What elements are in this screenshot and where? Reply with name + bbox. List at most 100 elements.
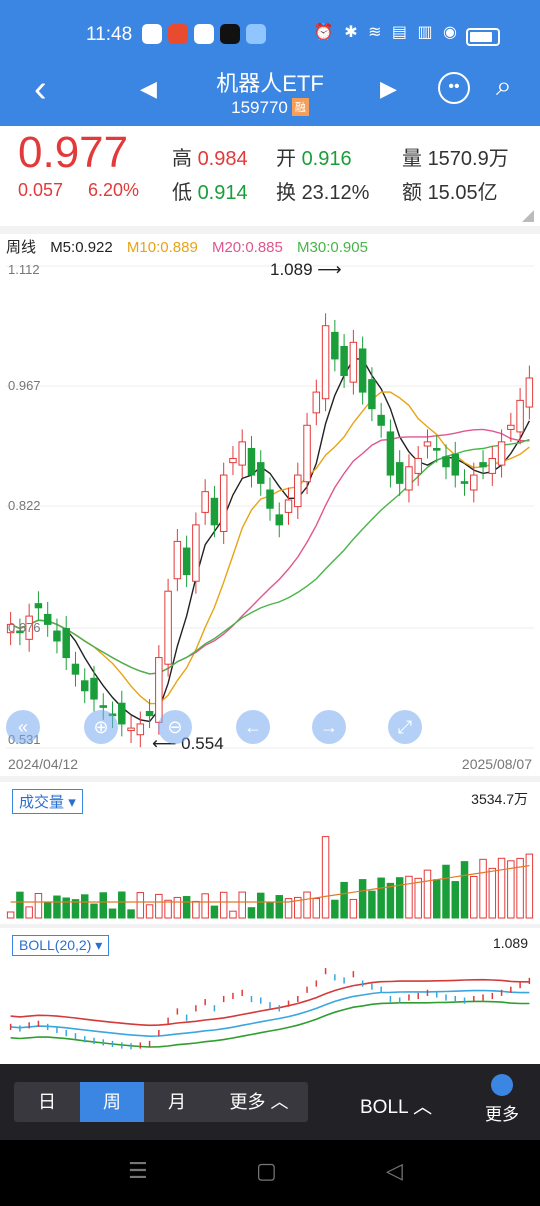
- volume-bar: [201, 893, 209, 919]
- divider: [0, 924, 540, 928]
- dropdown-icon: ▾: [95, 937, 103, 953]
- tab-week[interactable]: 周: [80, 1082, 144, 1122]
- candle: [525, 365, 534, 420]
- volume-bar: [182, 896, 191, 919]
- expand-corner-icon[interactable]: [522, 210, 534, 222]
- tab-day[interactable]: 日: [14, 1082, 80, 1122]
- turnover-label: 换: [276, 182, 296, 204]
- volume-bar: [164, 899, 172, 919]
- volume-bar: [479, 858, 487, 919]
- zoom-out-icon[interactable]: ⊖: [158, 710, 192, 744]
- candle: [247, 436, 256, 488]
- margin-badge: 融: [291, 98, 309, 116]
- low-label: 低: [172, 182, 192, 204]
- more-label: 更多: [485, 1105, 519, 1124]
- tab-month[interactable]: 月: [144, 1082, 210, 1122]
- candle: [256, 450, 265, 496]
- volume-bar: [219, 891, 228, 919]
- volume-bar: [266, 902, 274, 919]
- low-value: 0.914: [197, 182, 248, 204]
- volume-bar: [173, 896, 182, 919]
- amount-cell: 额 15.05亿: [402, 176, 498, 205]
- high-marker-text: 1.089: [270, 260, 313, 279]
- right-arrow-icon: ⟶: [317, 260, 342, 279]
- y-tick: 0.676: [8, 620, 41, 635]
- system-nav-bar: ☰ ▢ ◁: [0, 1140, 540, 1206]
- menu-icon[interactable]: ☰: [128, 1158, 148, 1184]
- candlestick-chart[interactable]: [6, 256, 534, 754]
- zoom-in-icon[interactable]: ⊕: [84, 710, 118, 744]
- candle: [488, 446, 497, 486]
- more-dots-icon[interactable]: ••: [438, 72, 470, 104]
- volume-bar: [80, 894, 89, 919]
- start-date: 2024/04/12: [8, 756, 79, 772]
- volume-bar: [358, 879, 367, 919]
- divider: [0, 226, 540, 234]
- tab-more[interactable]: 更多 ︿: [210, 1082, 308, 1122]
- candle: [303, 412, 311, 495]
- volume-bar: [349, 898, 358, 919]
- next-stock-button[interactable]: ▶: [380, 76, 397, 102]
- candle: [405, 454, 413, 503]
- more-button[interactable]: 更多: [482, 1074, 522, 1125]
- candle: [497, 429, 506, 478]
- vol-value: 1570.9万: [427, 148, 509, 170]
- volume-bar: [136, 892, 145, 919]
- current-price: 0.977: [18, 128, 129, 177]
- y-tick: 0.967: [8, 378, 41, 393]
- boll-selector[interactable]: BOLL(20,2) ▾: [12, 935, 110, 956]
- candle: [182, 535, 191, 588]
- rewind-icon[interactable]: «: [6, 710, 40, 744]
- high-value: 0.984: [197, 148, 248, 170]
- open-value: 0.916: [301, 148, 352, 170]
- candle: [62, 616, 70, 671]
- volume-bar: [6, 911, 15, 919]
- volume-bar: [43, 901, 52, 919]
- high-marker: 1.089 ⟶: [270, 260, 342, 280]
- amount-label: 额: [402, 182, 422, 204]
- volume-selector[interactable]: 成交量 ▾: [12, 789, 83, 814]
- home-icon[interactable]: ▢: [256, 1158, 277, 1184]
- indicator-button[interactable]: BOLL ︿: [360, 1092, 432, 1119]
- ma-legend: 周线 M5:0.922 M10:0.889 M20:0.885 M30:0.90…: [6, 236, 378, 257]
- candle: [516, 387, 524, 445]
- clock: 11:48: [86, 24, 133, 45]
- candle: [173, 528, 182, 592]
- volume-bar: [108, 908, 117, 919]
- volume-bar: [53, 895, 61, 919]
- volume-bar: [470, 875, 478, 919]
- back-triangle-icon[interactable]: ◁: [386, 1158, 403, 1184]
- candle: [331, 319, 339, 372]
- candle: [386, 419, 395, 488]
- notification-icons: [142, 24, 266, 44]
- volume-bar: [507, 860, 515, 919]
- open-cell: 开 0.916: [276, 142, 352, 171]
- candle: [395, 450, 404, 496]
- volume-bar: [247, 907, 256, 919]
- scroll-right-icon[interactable]: →: [312, 710, 346, 744]
- volume-bar: [497, 857, 506, 919]
- turnover-value: 23.12%: [301, 182, 370, 204]
- divider: [0, 776, 540, 782]
- period-label[interactable]: 周线: [6, 239, 36, 256]
- chevron-up-icon: ︿: [270, 1092, 289, 1112]
- vol-label: 量: [402, 148, 422, 170]
- scroll-left-icon[interactable]: ←: [236, 710, 270, 744]
- dropdown-icon: ▾: [68, 794, 76, 811]
- fullscreen-icon[interactable]: ⤢: [388, 710, 422, 744]
- candle: [321, 313, 330, 412]
- volume-value: 3534.7万: [471, 791, 528, 807]
- search-icon[interactable]: ⌕: [496, 70, 512, 103]
- open-label: 开: [276, 148, 296, 170]
- volume-bar: [62, 897, 70, 919]
- volume-bar: [377, 877, 385, 919]
- volume-bar: [303, 891, 311, 919]
- code-text: 159770: [231, 98, 288, 117]
- volume-label: 成交量: [19, 794, 65, 811]
- candle: [192, 512, 200, 594]
- volume-bar: [256, 892, 265, 919]
- candle: [210, 485, 219, 538]
- volume-bar: [118, 891, 126, 919]
- ma10-label: M10:0.889: [126, 239, 198, 256]
- y-tick: 0.822: [8, 498, 41, 513]
